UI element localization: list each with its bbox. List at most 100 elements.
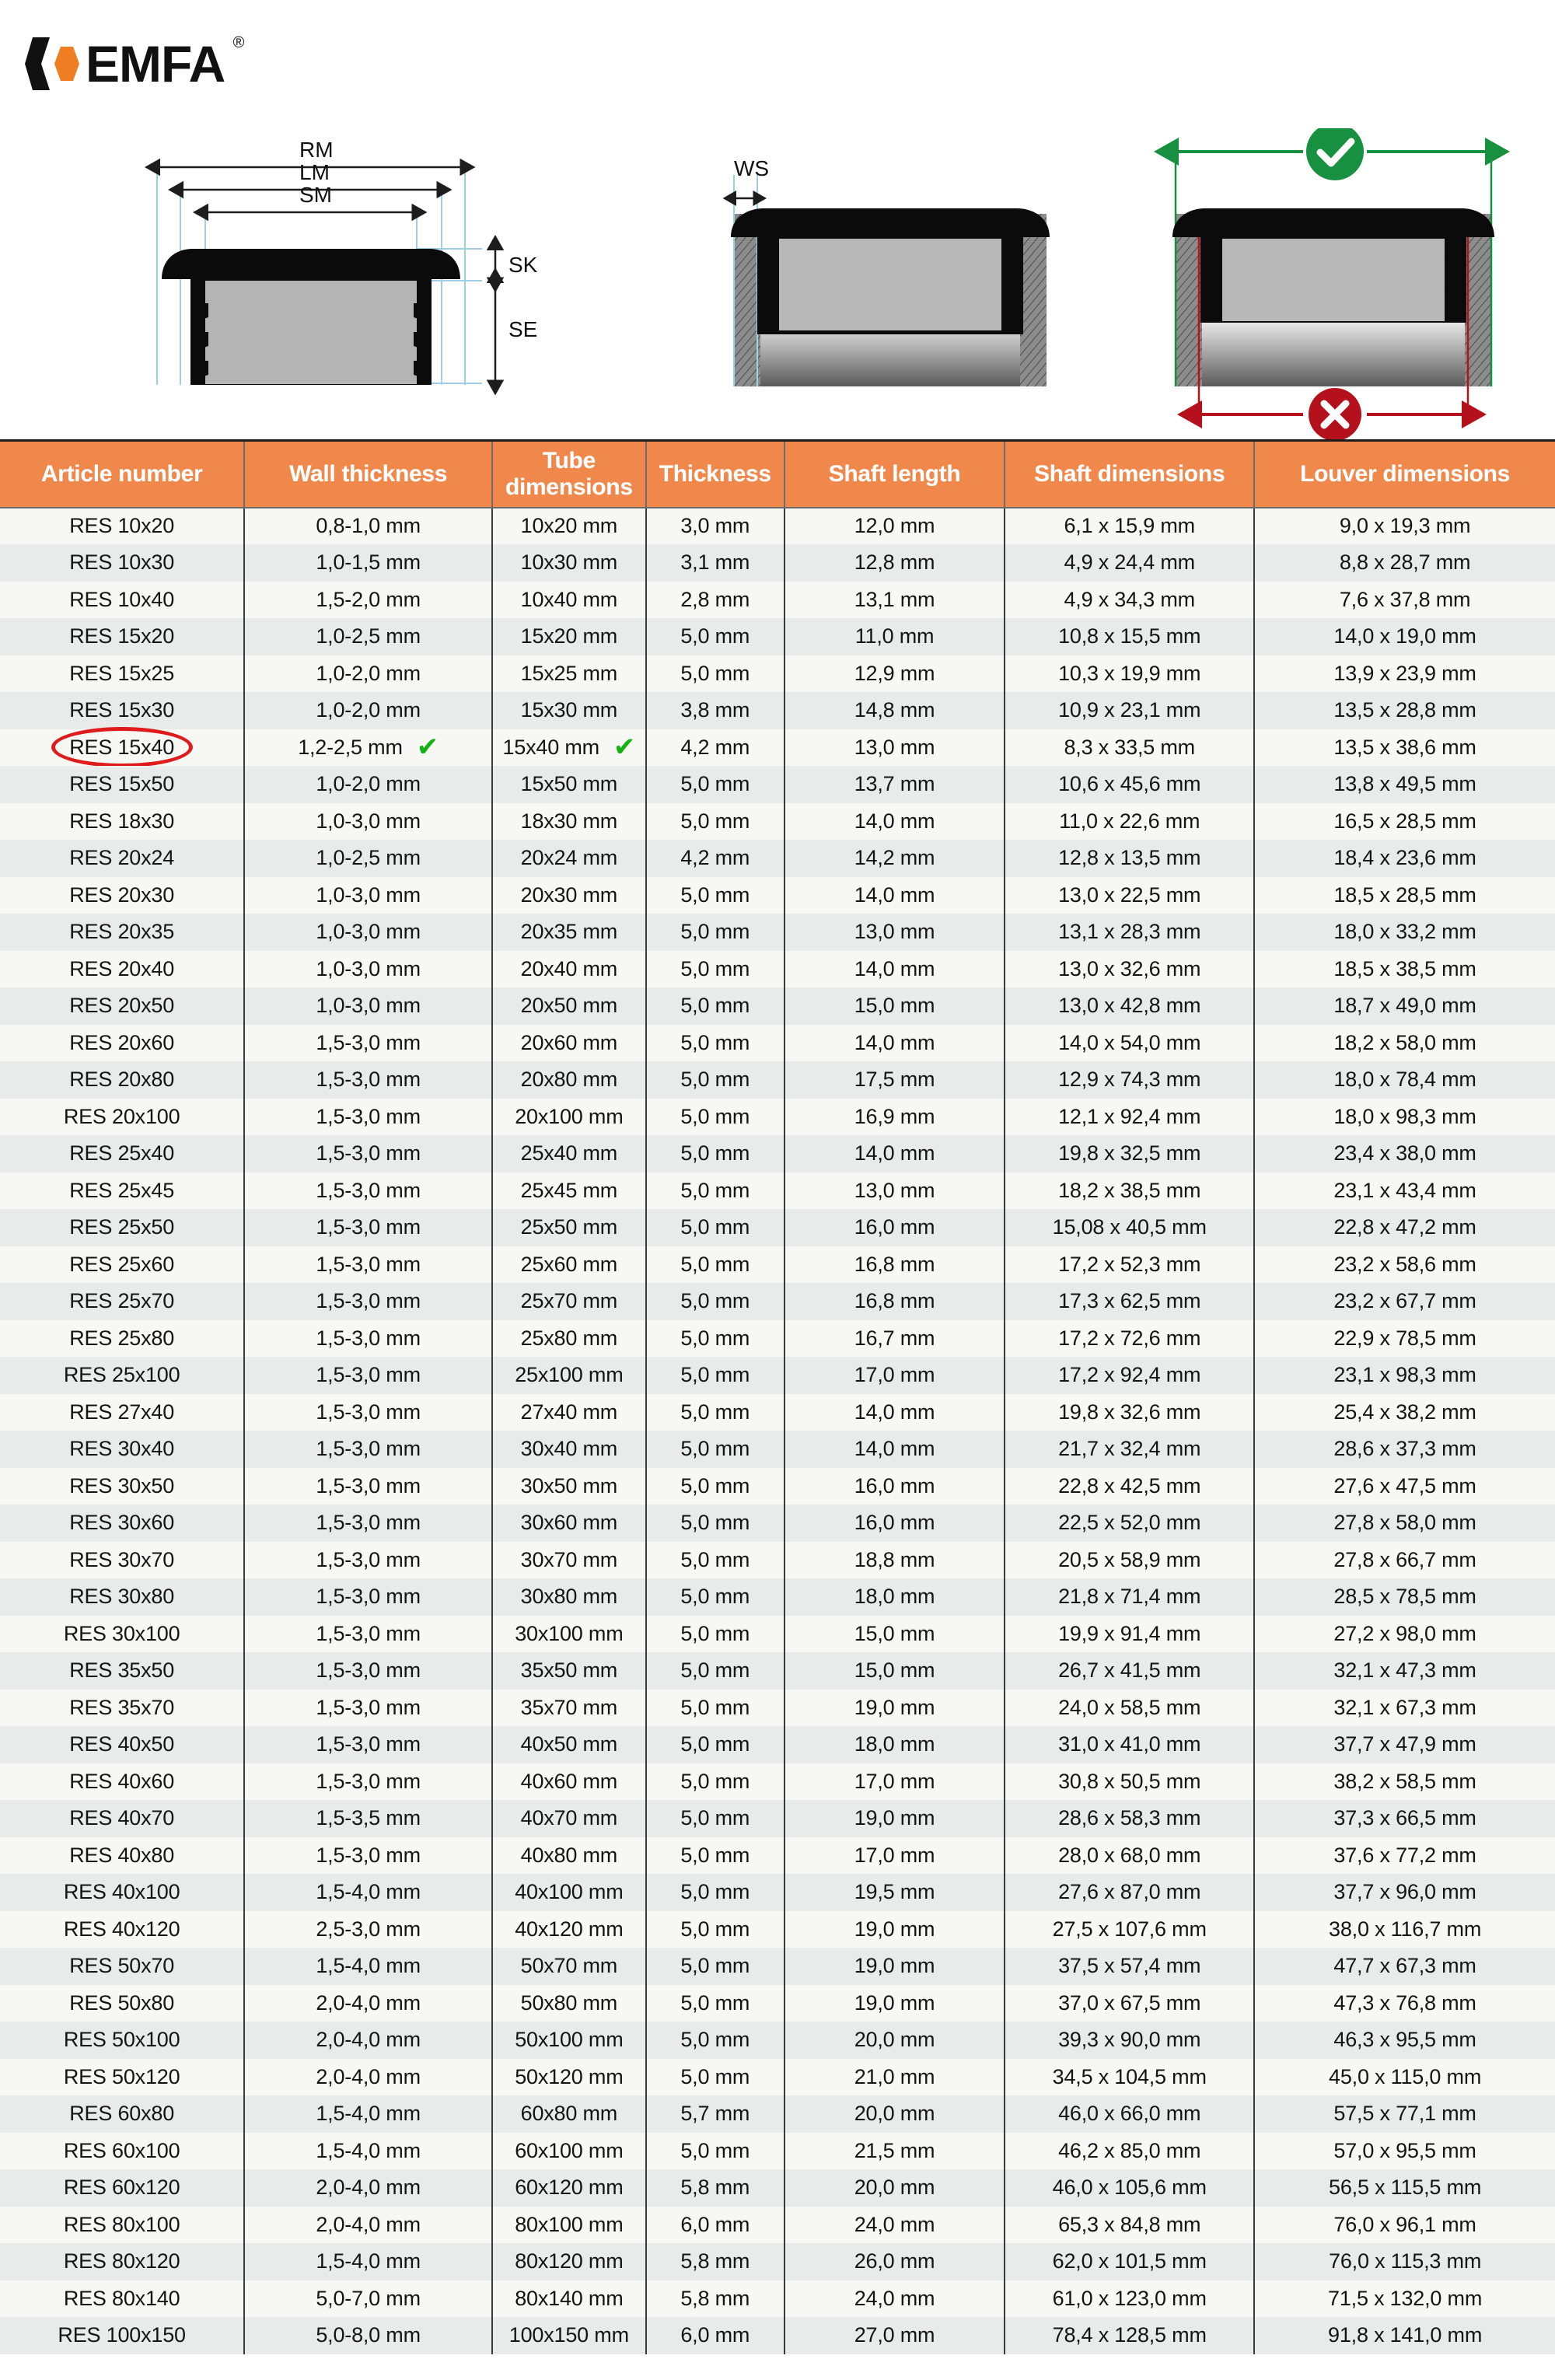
table-row[interactable]: RES 15x40 1,2-2,5 mm ✔ 15x40 mm ✔ 4,2 mm 13,0 … xyxy=(0,727,1555,768)
cell-value: 5,0 mm xyxy=(680,1068,750,1092)
table-row[interactable]: RES 20x30 1,0-3,0 mm 20x30 mm 5,0 mm 14,0 mm… xyxy=(0,876,1555,914)
table-row[interactable]: RES 60x100 1,5-4,0 mm 60x100 mm 5,0 mm 21,5 … xyxy=(0,2132,1555,2169)
cell-value: 30x100 mm xyxy=(515,1621,624,1645)
table-row[interactable]: RES 25x45 1,5-3,0 mm 25x45 mm 5,0 mm 13,0 mm… xyxy=(0,1172,1555,1209)
table-row[interactable]: RES 30x100 1,5-3,0 mm 30x100 mm 5,0 mm 15,0 … xyxy=(0,1615,1555,1652)
cell-value: 10,8 x 15,5 mm xyxy=(1058,624,1201,648)
table-row[interactable]: RES 40x100 1,5-4,0 mm 40x100 mm 5,0 mm 19,5 … xyxy=(0,1874,1555,1911)
cell-shaft-dimensions: 13,0 x 32,6 mm xyxy=(1005,950,1256,987)
table-row[interactable]: RES 40x60 1,5-3,0 mm 40x60 mm 5,0 mm 17,0 mm… xyxy=(0,1763,1555,1800)
cell-value: 40x60 mm xyxy=(520,1769,618,1793)
table-row[interactable]: RES 20x60 1,5-3,0 mm 20x60 mm 5,0 mm 14,0 mm… xyxy=(0,1024,1555,1061)
cell-value: 24,0 x 58,5 mm xyxy=(1058,1695,1201,1719)
cell-louver-dimensions: 18,5 x 28,5 mm xyxy=(1254,876,1555,914)
table-row[interactable]: RES 10x20 0,8-1,0 mm 10x20 mm 3,0 mm 12,0 mm… xyxy=(0,507,1555,544)
cell-louver-dimensions: 38,2 x 58,5 mm xyxy=(1254,1763,1555,1800)
column-header-shaft-length[interactable]: Shaft length xyxy=(784,440,1006,509)
table-row[interactable]: RES 30x70 1,5-3,0 mm 30x70 mm 5,0 mm 18,8 mm… xyxy=(0,1541,1555,1578)
cell-value: 18,5 x 28,5 mm xyxy=(1333,882,1476,907)
article-number-text: RES 10x30 xyxy=(69,550,175,575)
cell-value: 40x80 mm xyxy=(520,1843,618,1867)
cell-value: 14,0 mm xyxy=(854,1400,935,1424)
table-row[interactable]: RES 50x80 2,0-4,0 mm 50x80 mm 5,0 mm 19,0 mm… xyxy=(0,1984,1555,2022)
table-row[interactable]: RES 60x120 2,0-4,0 mm 60x120 mm 5,8 mm 20,0 … xyxy=(0,2169,1555,2207)
red-cross-circle-icon xyxy=(1309,388,1361,441)
table-row[interactable]: RES 25x40 1,5-3,0 mm 25x40 mm 5,0 mm 14,0 mm… xyxy=(0,1135,1555,1173)
cell-value: 1,5-3,0 mm xyxy=(316,1585,421,1609)
cell-value: 5,0 mm xyxy=(680,661,750,685)
cell-shaft-dimensions: 61,0 x 123,0 mm xyxy=(1005,2280,1256,2317)
table-row[interactable]: RES 30x50 1,5-3,0 mm 30x50 mm 5,0 mm 16,0 mm… xyxy=(0,1467,1555,1505)
table-row[interactable]: RES 40x50 1,5-3,0 mm 40x50 mm 5,0 mm 18,0 mm… xyxy=(0,1726,1555,1763)
cell-value: 28,6 x 58,3 mm xyxy=(1058,1806,1201,1830)
table-row[interactable]: RES 100x150 5,0-8,0 mm 100x150 mm 6,0 mm 27,… xyxy=(0,2317,1555,2354)
table-row[interactable]: RES 10x40 1,5-2,0 mm 10x40 mm 2,8 mm 13,1 mm… xyxy=(0,581,1555,618)
column-header-article-number[interactable]: Article number xyxy=(0,440,246,509)
table-row[interactable]: RES 20x100 1,5-3,0 mm 20x100 mm 5,0 mm 16,9 … xyxy=(0,1098,1555,1135)
table-row[interactable]: RES 25x60 1,5-3,0 mm 25x60 mm 5,0 mm 16,8 mm… xyxy=(0,1246,1555,1283)
table-row[interactable]: RES 15x20 1,0-2,5 mm 15x20 mm 5,0 mm 11,0 mm… xyxy=(0,618,1555,655)
cell-louver-dimensions: 71,5 x 132,0 mm xyxy=(1254,2280,1555,2317)
cell-wall-thickness: 1,5-3,0 mm xyxy=(244,1615,493,1652)
table-row[interactable]: RES 60x80 1,5-4,0 mm 60x80 mm 5,7 mm 20,0 mm… xyxy=(0,2095,1555,2133)
cell-shaft-dimensions: 12,8 x 13,5 mm xyxy=(1005,840,1256,877)
table-row[interactable]: RES 25x80 1,5-3,0 mm 25x80 mm 5,0 mm 16,7 mm… xyxy=(0,1319,1555,1357)
cell-tube-dimensions: 25x80 mm xyxy=(491,1319,647,1357)
table-row[interactable]: RES 25x50 1,5-3,0 mm 25x50 mm 5,0 mm 16,0 mm… xyxy=(0,1209,1555,1246)
cell-value: 1,5-4,0 mm xyxy=(316,1880,421,1904)
cell-value: 25x80 mm xyxy=(520,1326,618,1350)
table-row[interactable]: RES 20x50 1,0-3,0 mm 20x50 mm 5,0 mm 15,0 mm… xyxy=(0,987,1555,1025)
table-row[interactable]: RES 50x100 2,0-4,0 mm 50x100 mm 5,0 mm 20,0 … xyxy=(0,2022,1555,2059)
table-row[interactable]: RES 80x140 5,0-7,0 mm 80x140 mm 5,8 mm 24,0 … xyxy=(0,2280,1555,2317)
cell-value: 20x100 mm xyxy=(515,1104,624,1128)
table-row[interactable]: RES 80x100 2,0-4,0 mm 80x100 mm 6,0 mm 24,0 … xyxy=(0,2206,1555,2243)
cell-thickness: 5,0 mm xyxy=(645,1837,785,1874)
cell-value: 2,0-4,0 mm xyxy=(316,2212,421,2236)
table-row[interactable]: RES 15x30 1,0-2,0 mm 15x30 mm 3,8 mm 14,8 mm… xyxy=(0,692,1555,729)
cell-tube-dimensions: 80x100 mm xyxy=(491,2206,647,2243)
table-row[interactable]: RES 27x40 1,5-3,0 mm 27x40 mm 5,0 mm 14,0 mm… xyxy=(0,1393,1555,1431)
cell-louver-dimensions: 32,1 x 47,3 mm xyxy=(1254,1652,1555,1690)
table-row[interactable]: RES 25x100 1,5-3,0 mm 25x100 mm 5,0 mm 17,0 … xyxy=(0,1357,1555,1394)
cell-louver-dimensions: 27,8 x 58,0 mm xyxy=(1254,1505,1555,1542)
cell-tube-dimensions: 40x80 mm xyxy=(491,1837,647,1874)
cell-value: 19,0 mm xyxy=(854,1695,935,1719)
table-row[interactable]: RES 20x40 1,0-3,0 mm 20x40 mm 5,0 mm 14,0 mm… xyxy=(0,950,1555,987)
table-row[interactable]: RES 30x80 1,5-3,0 mm 30x80 mm 5,0 mm 18,0 mm… xyxy=(0,1578,1555,1616)
cell-value: 5,0 mm xyxy=(680,1363,750,1387)
table-row[interactable]: RES 40x80 1,5-3,0 mm 40x80 mm 5,0 mm 17,0 mm… xyxy=(0,1837,1555,1874)
table-row[interactable]: RES 30x60 1,5-3,0 mm 30x60 mm 5,0 mm 16,0 mm… xyxy=(0,1505,1555,1542)
table-row[interactable]: RES 15x50 1,0-2,0 mm 15x50 mm 5,0 mm 13,7 mm… xyxy=(0,766,1555,803)
cell-louver-dimensions: 23,2 x 67,7 mm xyxy=(1254,1283,1555,1320)
table-row[interactable]: RES 35x50 1,5-3,0 mm 35x50 mm 5,0 mm 15,0 mm… xyxy=(0,1652,1555,1690)
table-row[interactable]: RES 25x70 1,5-3,0 mm 25x70 mm 5,0 mm 16,8 mm… xyxy=(0,1283,1555,1320)
table-row[interactable]: RES 40x120 2,5-3,0 mm 40x120 mm 5,0 mm 19,0 … xyxy=(0,1910,1555,1948)
cell-tube-dimensions: 40x100 mm xyxy=(491,1874,647,1911)
article-number-text: RES 15x40 xyxy=(69,735,175,759)
table-row[interactable]: RES 80x120 1,5-4,0 mm 80x120 mm 5,8 mm 26,0 … xyxy=(0,2243,1555,2280)
cell-thickness: 2,8 mm xyxy=(645,581,785,618)
table-row[interactable]: RES 40x70 1,5-3,5 mm 40x70 mm 5,0 mm 19,0 mm… xyxy=(0,1800,1555,1837)
cell-value: 40x120 mm xyxy=(515,1917,624,1941)
cell-article-number: RES 20x40 xyxy=(0,950,246,987)
cell-article-number: RES 27x40 xyxy=(0,1393,246,1431)
column-header-shaft-dimensions[interactable]: Shaft dimensions xyxy=(1005,440,1256,509)
table-row[interactable]: RES 50x120 2,0-4,0 mm 50x120 mm 5,0 mm 21,0 … xyxy=(0,2058,1555,2095)
cell-article-number: RES 30x100 xyxy=(0,1615,246,1652)
table-row[interactable]: RES 35x70 1,5-3,0 mm 35x70 mm 5,0 mm 19,0 mm… xyxy=(0,1689,1555,1726)
table-row[interactable]: RES 20x35 1,0-3,0 mm 20x35 mm 5,0 mm 13,0 mm… xyxy=(0,914,1555,951)
column-header-wall-thickness[interactable]: Wall thickness xyxy=(244,440,493,509)
cell-shaft-length: 16,7 mm xyxy=(784,1319,1006,1357)
cell-louver-dimensions: 16,5 x 28,5 mm xyxy=(1254,802,1555,840)
table-row[interactable]: RES 30x40 1,5-3,0 mm 30x40 mm 5,0 mm 14,0 mm… xyxy=(0,1431,1555,1468)
table-row[interactable]: RES 50x70 1,5-4,0 mm 50x70 mm 5,0 mm 19,0 mm… xyxy=(0,1948,1555,1985)
table-row[interactable]: RES 20x24 1,0-2,5 mm 20x24 mm 4,2 mm 14,2 mm… xyxy=(0,840,1555,877)
table-row[interactable]: RES 20x80 1,5-3,0 mm 20x80 mm 5,0 mm 17,5 mm… xyxy=(0,1061,1555,1099)
table-row[interactable]: RES 10x30 1,0-1,5 mm 10x30 mm 3,1 mm 12,8 mm… xyxy=(0,544,1555,582)
cell-value: 20x50 mm xyxy=(520,994,618,1018)
column-header-thickness[interactable]: Thickness xyxy=(645,440,785,509)
column-header-tube-dimensions[interactable]: Tube dimensions xyxy=(491,440,647,509)
table-row[interactable]: RES 15x25 1,0-2,0 mm 15x25 mm 5,0 mm 12,9 mm… xyxy=(0,655,1555,692)
table-row[interactable]: RES 18x30 1,0-3,0 mm 18x30 mm 5,0 mm 14,0 mm… xyxy=(0,802,1555,840)
column-header-louver-dimensions[interactable]: Louver dimensions xyxy=(1254,440,1555,509)
